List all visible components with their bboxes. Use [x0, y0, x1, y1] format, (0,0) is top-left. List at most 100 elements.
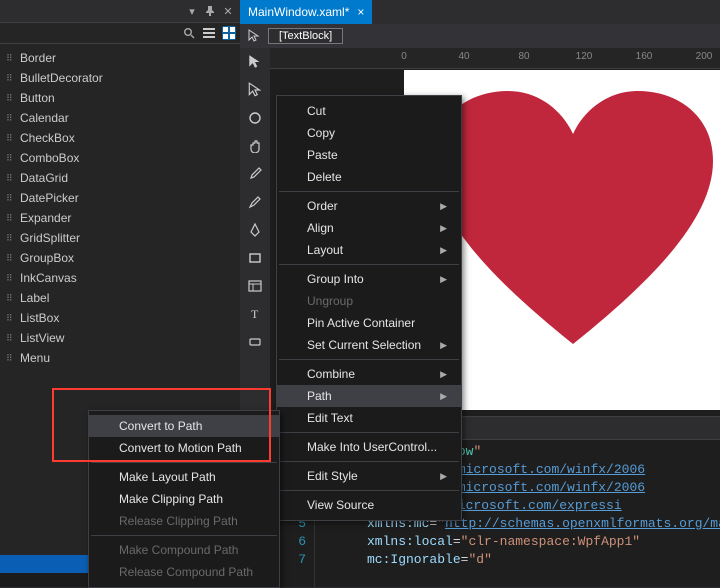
menu-item[interactable]: Make Clipping Path: [89, 488, 279, 510]
menu-item-label: Order: [307, 199, 338, 213]
rectangle-tool-icon[interactable]: [244, 248, 266, 268]
toolbox-item-label: Label: [20, 291, 49, 305]
toolbox-item[interactable]: ⠿ListView: [2, 328, 240, 348]
toolbox-item[interactable]: ⠿ComboBox: [2, 148, 240, 168]
heart-shape[interactable]: [428, 86, 718, 356]
toolbox-item[interactable]: ⠿ListBox: [2, 308, 240, 328]
toolbox-item-label: GridSplitter: [20, 231, 80, 245]
menu-item[interactable]: View Source: [277, 494, 461, 516]
toolbox-item[interactable]: ⠿GroupBox: [2, 248, 240, 268]
drag-handle-icon: ⠿: [6, 73, 14, 84]
svg-text:T: T: [251, 307, 259, 321]
context-menu: CutCopyPasteDeleteOrder▶Align▶Layout▶Gro…: [276, 95, 462, 521]
menu-item-label: Edit Style: [307, 469, 358, 483]
toolbox-search-row: [0, 23, 240, 44]
menu-item-label: Edit Text: [307, 411, 353, 425]
menu-item[interactable]: Pin Active Container: [277, 312, 461, 334]
ellipse-tool-icon[interactable]: [244, 108, 266, 128]
toolbox-item[interactable]: ⠿DataGrid: [2, 168, 240, 188]
menu-separator: [279, 490, 459, 491]
text-tool-icon[interactable]: T: [244, 304, 266, 324]
toolbox-item[interactable]: ⠿ BulletDecorator: [2, 68, 240, 88]
toolbox-list: ⠿Border⠿BulletDecorator⠿Button⠿Calendar⠿…: [0, 44, 240, 370]
toolbox-item[interactable]: ⠿DatePicker: [2, 188, 240, 208]
drag-handle-icon: ⠿: [6, 213, 14, 224]
menu-item: Make Compound Path: [89, 539, 279, 561]
drag-handle-icon: ⠿: [6, 93, 14, 104]
select-tool-icon[interactable]: [244, 52, 266, 72]
toolbox-item[interactable]: ⠿Label: [2, 288, 240, 308]
menu-item[interactable]: Path▶: [277, 385, 461, 407]
menu-item-label: Pin Active Container: [307, 316, 415, 330]
toolbox-item[interactable]: ⠿InkCanvas: [2, 268, 240, 288]
dropdown-arrow-icon[interactable]: ▾: [186, 5, 198, 17]
menu-item[interactable]: Cut: [277, 100, 461, 122]
menu-item-label: Set Current Selection: [307, 338, 421, 352]
submenu-arrow-icon: ▶: [440, 471, 447, 482]
toolbox-item-label: BulletDecorator: [20, 71, 103, 85]
menu-item[interactable]: Paste: [277, 144, 461, 166]
menu-item[interactable]: Make Into UserControl...: [277, 436, 461, 458]
toolbox-item[interactable]: ⠿CheckBox: [2, 128, 240, 148]
menu-item[interactable]: Convert to Path: [89, 415, 279, 437]
pen-tool-icon[interactable]: [244, 220, 266, 240]
menu-item-label: Delete: [307, 170, 342, 184]
toolbox-item[interactable]: ⠿Border: [2, 48, 240, 68]
menu-item[interactable]: Combine▶: [277, 363, 461, 385]
menu-item-label: Make Into UserControl...: [307, 440, 437, 454]
menu-item-label: Group Into: [307, 272, 364, 286]
controls-tool-icon[interactable]: [244, 332, 266, 352]
toolbox-item[interactable]: ⠿Expander: [2, 208, 240, 228]
document-tab-close-icon[interactable]: ×: [357, 5, 364, 19]
menu-item[interactable]: Make Layout Path: [89, 466, 279, 488]
menu-item-label: Cut: [307, 104, 326, 118]
toolbox-item[interactable]: ⠿ Button: [2, 88, 240, 108]
menu-item-label: Release Clipping Path: [119, 514, 238, 528]
menu-item-label: Release Compound Path: [119, 565, 253, 579]
pan-tool-icon[interactable]: [244, 136, 266, 156]
pin-icon[interactable]: [204, 5, 216, 17]
pointer-icon[interactable]: [246, 29, 262, 43]
ruler-tick: 160: [636, 51, 653, 62]
drag-handle-icon: ⠿: [6, 193, 14, 204]
toolbox-item[interactable]: ⠿Menu: [2, 348, 240, 368]
search-icon[interactable]: [182, 26, 196, 40]
menu-item[interactable]: Edit Style ▶: [277, 465, 461, 487]
menu-item[interactable]: Group Into▶: [277, 268, 461, 290]
menu-item[interactable]: Order▶: [277, 195, 461, 217]
menu-item[interactable]: Edit Text: [277, 407, 461, 429]
menu-item[interactable]: Copy: [277, 122, 461, 144]
toolbox-item-label: ListView: [20, 331, 64, 345]
drag-handle-icon: ⠿: [6, 53, 14, 64]
submenu-arrow-icon: ▶: [440, 391, 447, 402]
menu-item[interactable]: Convert to Motion Path: [89, 437, 279, 459]
menu-item-label: Paste: [307, 148, 338, 162]
ruler-tick: 200: [696, 51, 713, 62]
direct-select-icon[interactable]: [244, 80, 266, 100]
menu-item-label: Make Compound Path: [119, 543, 238, 557]
drag-handle-icon: ⠿: [6, 173, 14, 184]
brush-tool-icon[interactable]: [244, 192, 266, 212]
toolbox-item[interactable]: ⠿ GridSplitter: [2, 228, 240, 248]
ruler-tick: 80: [518, 51, 529, 62]
menu-item[interactable]: Layout▶: [277, 239, 461, 261]
list-view-icon[interactable]: [202, 26, 216, 40]
menu-item-label: Convert to Path: [119, 419, 202, 433]
menu-item-label: Ungroup: [307, 294, 353, 308]
toolbox-item[interactable]: ⠿Calendar: [2, 108, 240, 128]
grid-view-icon[interactable]: [222, 26, 236, 40]
menu-item-label: Convert to Motion Path: [119, 441, 242, 455]
eyedropper-tool-icon[interactable]: [244, 164, 266, 184]
toolbox-item-label: Button: [20, 91, 55, 105]
menu-item[interactable]: Delete: [277, 166, 461, 188]
layout-tool-icon[interactable]: [244, 276, 266, 296]
menu-item[interactable]: Align▶: [277, 217, 461, 239]
document-tab[interactable]: MainWindow.xaml* ×: [240, 0, 372, 24]
submenu-arrow-icon: ▶: [440, 245, 447, 256]
menu-item-label: Align: [307, 221, 334, 235]
toolbox-item-label: Calendar: [20, 111, 69, 125]
close-icon[interactable]: ✕: [222, 5, 234, 17]
drag-handle-icon: ⠿: [6, 233, 14, 244]
menu-item[interactable]: Set Current Selection▶: [277, 334, 461, 356]
breadcrumb-item[interactable]: [TextBlock]: [268, 28, 343, 44]
